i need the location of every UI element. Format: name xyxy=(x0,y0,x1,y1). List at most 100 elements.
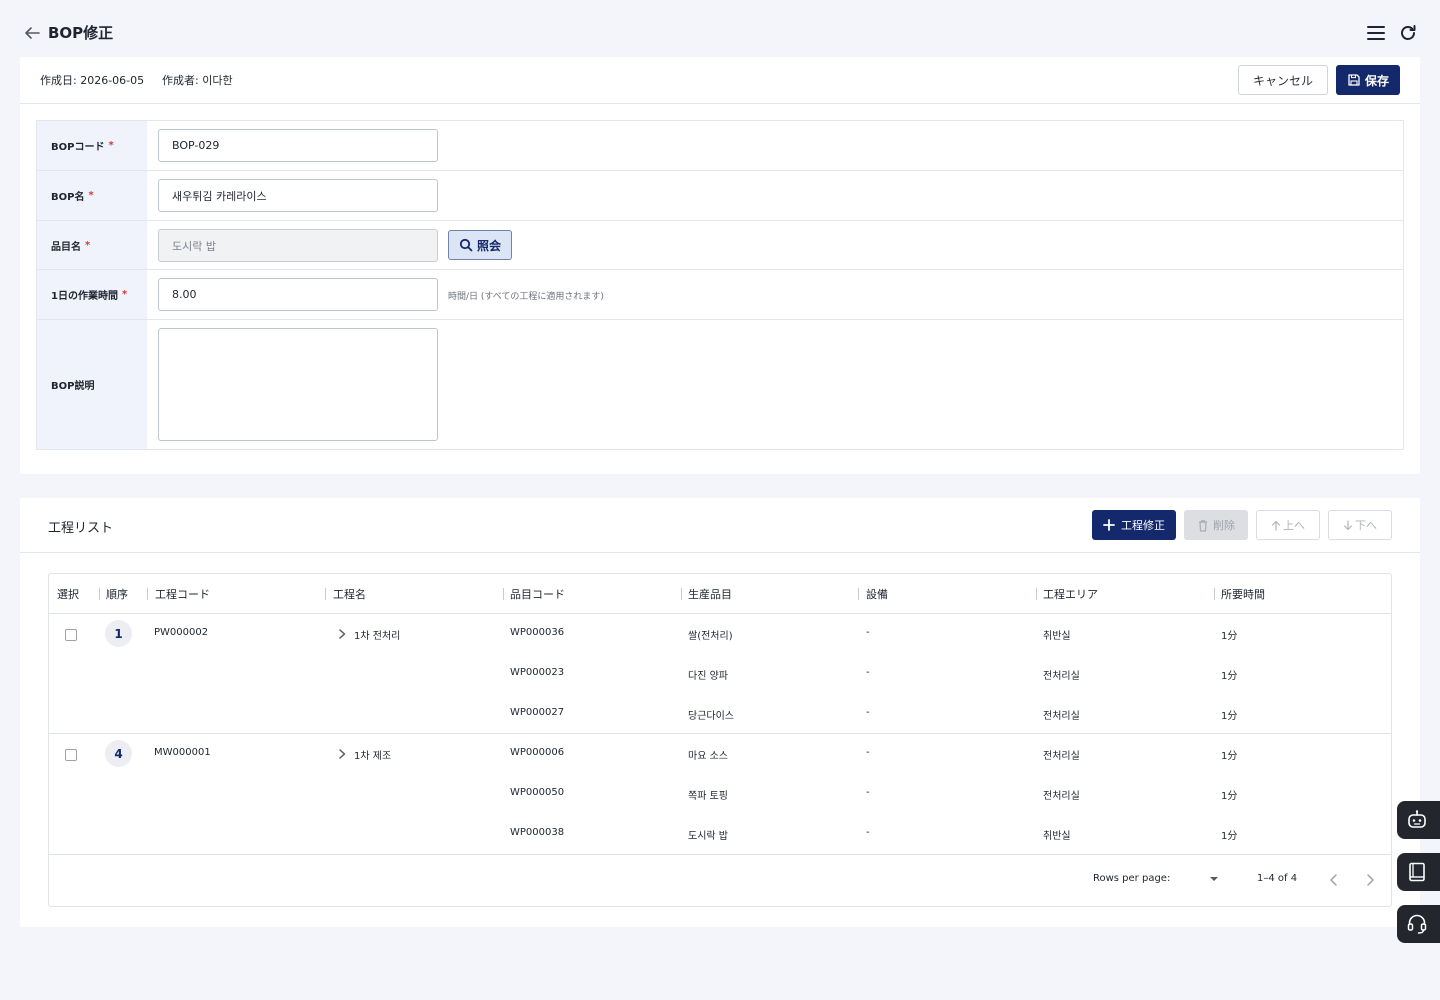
order-badge: 1 xyxy=(105,620,132,647)
required-time: 1分 xyxy=(1221,831,1238,842)
bop-description-textarea[interactable] xyxy=(158,328,438,441)
product-name: 다진 양파 xyxy=(688,671,728,682)
process-group-row: 4 MW000001 1차 제조 WP000006 마요 소스 - 전처리실 1… xyxy=(49,734,1391,854)
required-mark: * xyxy=(121,289,128,300)
chevron-right-icon[interactable] xyxy=(1363,872,1377,888)
rows-per-page-select[interactable] xyxy=(1177,869,1223,891)
column-header-select: 選択 xyxy=(57,588,79,601)
rows-per-page-label: Rows per page: xyxy=(1093,873,1171,884)
column-header-item-code: 品目コード xyxy=(510,588,565,601)
process-code: MW000001 xyxy=(154,747,211,758)
arrow-up-icon xyxy=(1271,520,1281,531)
product-name: 쪽파 토핑 xyxy=(688,791,728,802)
item-code: WP000023 xyxy=(510,667,565,678)
save-button[interactable]: 保存 xyxy=(1336,65,1400,95)
chatbot-icon xyxy=(1406,809,1428,831)
column-separator xyxy=(681,588,682,600)
form-row-name: BOP名 * 새우튀김 카레라이스 xyxy=(37,171,1403,221)
equipment: - xyxy=(866,747,870,758)
manual-book-icon xyxy=(1406,861,1428,883)
process-area: 전처리실 xyxy=(1043,791,1080,802)
work-hours-input[interactable]: 8.00 xyxy=(158,278,438,311)
item-name-input: 도시락 밥 xyxy=(158,229,438,262)
move-down-label: 下へ xyxy=(1355,519,1377,532)
save-label: 保存 xyxy=(1364,73,1389,88)
lookup-button[interactable]: 照会 xyxy=(448,230,512,260)
form-row-item: 品目名 * 도시락 밥 照会 xyxy=(37,221,1403,270)
pagination-range: 1–4 of 4 xyxy=(1257,873,1298,884)
equipment: - xyxy=(866,827,870,838)
process-list-card: 工程リスト 工程修正 削除 上へ 下へ 選択 順序 工程コード 工程名 品目コー… xyxy=(20,498,1420,927)
item-code: WP000036 xyxy=(510,627,565,638)
process-area: 취반실 xyxy=(1043,831,1071,842)
process-area: 전처리실 xyxy=(1043,671,1080,682)
column-separator xyxy=(99,588,100,600)
field-label-item: 品目名 * xyxy=(37,221,147,269)
delete-label: 削除 xyxy=(1213,519,1235,532)
equipment: - xyxy=(866,707,870,718)
headset-support-icon xyxy=(1406,913,1428,935)
table-header: 選択 順序 工程コード 工程名 品目コード 生産品目 設備 工程エリア 所要時間 xyxy=(49,574,1391,614)
delete-button: 削除 xyxy=(1184,510,1248,540)
hamburger-menu-icon[interactable] xyxy=(1366,24,1386,42)
chevron-right-icon[interactable] xyxy=(336,627,348,641)
column-header-equipment: 設備 xyxy=(866,588,888,601)
top-bar: BOP修正 xyxy=(0,0,1440,56)
support-button[interactable] xyxy=(1397,905,1440,943)
process-name: 1차 제조 xyxy=(354,751,392,762)
column-separator xyxy=(858,588,859,600)
required-mark: * xyxy=(88,190,94,201)
table-pagination: Rows per page: 1–4 of 4 xyxy=(49,854,1391,906)
bop-form: BOPコード * BOP-029 BOP名 * 새우튀김 카레라이스 品目名 * 도시… xyxy=(36,120,1404,450)
order-badge: 4 xyxy=(105,740,132,767)
form-row-description: BOP説明 xyxy=(37,320,1403,449)
process-list-header: 工程リスト 工程修正 削除 上へ 下へ xyxy=(20,498,1420,553)
process-group-row: 1 PW000002 1차 전처리 WP000036 쌀(전처리) - 취반실 … xyxy=(49,614,1391,734)
product-name: 쌀(전처리) xyxy=(688,631,733,642)
bop-edit-card: 作成日: 2026-06-05 作成者: 이다한 キャンセル 保存 BOPコード… xyxy=(20,57,1420,474)
column-header-process-name: 工程名 xyxy=(333,588,366,601)
back-arrow-icon[interactable] xyxy=(22,23,42,43)
meta-row: 作成日: 2026-06-05 作成者: 이다한 キャンセル 保存 xyxy=(20,57,1420,104)
cancel-button[interactable]: キャンセル xyxy=(1238,65,1328,95)
required-time: 1分 xyxy=(1221,671,1238,682)
refresh-icon[interactable] xyxy=(1398,23,1418,43)
required-time: 1分 xyxy=(1221,791,1238,802)
manual-button[interactable] xyxy=(1397,853,1440,891)
chatbot-button[interactable] xyxy=(1397,801,1440,839)
move-up-label: 上へ xyxy=(1283,519,1305,532)
column-header-area: 工程エリア xyxy=(1043,588,1098,601)
product-name: 당근다이스 xyxy=(688,711,734,722)
product-name: 도시락 밥 xyxy=(688,831,728,842)
form-row-code: BOPコード * BOP-029 xyxy=(37,121,1403,171)
row-select-checkbox[interactable] xyxy=(65,629,77,641)
required-time: 1分 xyxy=(1221,631,1238,642)
bop-name-input[interactable]: 새우튀김 카레라이스 xyxy=(158,179,438,212)
equipment: - xyxy=(866,667,870,678)
created-date: 作成日: 2026-06-05 xyxy=(40,74,145,87)
edit-process-button[interactable]: 工程修正 xyxy=(1092,510,1176,540)
column-separator xyxy=(1036,588,1037,600)
move-down-button: 下へ xyxy=(1328,510,1392,540)
plus-icon xyxy=(1103,519,1115,531)
form-row-hours: 1日の作業時間 * 8.00 時間/日 (すべての工程に適用されます) xyxy=(37,270,1403,320)
column-header-time: 所要時間 xyxy=(1221,588,1265,601)
caret-down-icon xyxy=(1209,876,1219,882)
equipment: - xyxy=(866,787,870,798)
trash-icon xyxy=(1197,519,1209,532)
row-select-checkbox[interactable] xyxy=(65,749,77,761)
column-separator xyxy=(147,588,148,600)
item-code: WP000038 xyxy=(510,827,565,838)
edit-process-label: 工程修正 xyxy=(1121,519,1165,532)
process-name: 1차 전처리 xyxy=(354,631,401,642)
process-table: 選択 順序 工程コード 工程名 品目コード 生産品目 設備 工程エリア 所要時間… xyxy=(48,573,1392,907)
column-header-process-code: 工程コード xyxy=(155,588,210,601)
chevron-right-icon[interactable] xyxy=(336,747,348,761)
required-time: 1分 xyxy=(1221,751,1238,762)
item-code: WP000006 xyxy=(510,747,565,758)
required-time: 1分 xyxy=(1221,711,1238,722)
required-mark: * xyxy=(108,140,114,151)
bop-code-input[interactable]: BOP-029 xyxy=(158,129,438,162)
chevron-left-icon[interactable] xyxy=(1327,872,1341,888)
column-separator xyxy=(503,588,504,600)
